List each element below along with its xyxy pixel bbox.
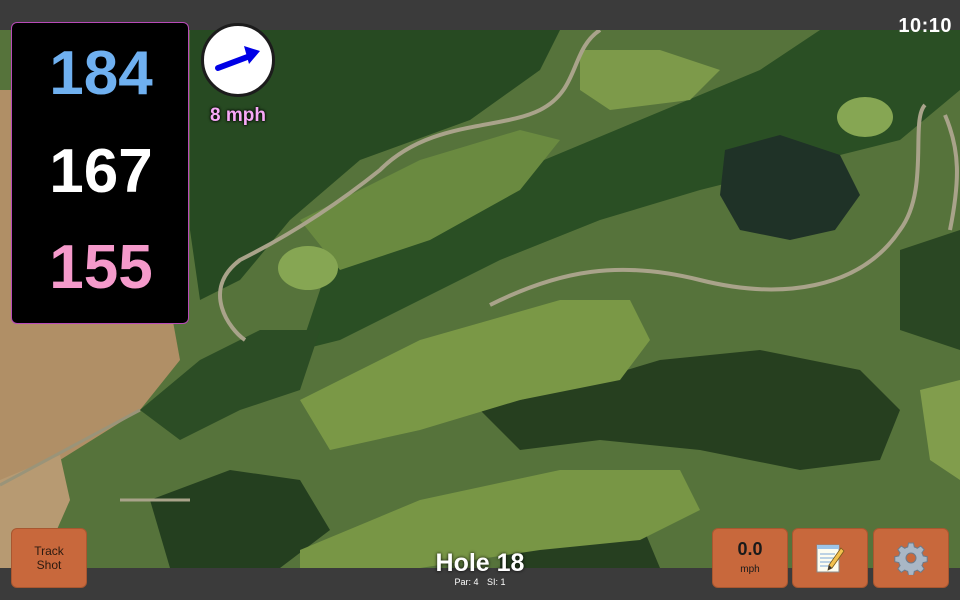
- wind-direction-arrow-icon: [215, 46, 260, 71]
- speed-unit: mph: [740, 564, 760, 575]
- track-shot-label-line2: Shot: [36, 558, 62, 572]
- track-shot-button[interactable]: Track Shot: [11, 528, 87, 588]
- scorecard-notes-button[interactable]: [792, 528, 868, 588]
- hole-title: Hole 18: [435, 549, 525, 577]
- front-distance: 155: [49, 233, 153, 302]
- wind-indicator: [201, 23, 275, 97]
- hole-details: Par: 4 SI: 1: [380, 577, 580, 588]
- notepad-icon: [816, 544, 845, 573]
- distance-panel: 184 167 155: [11, 22, 189, 324]
- stroke-index-label: SI: 1: [487, 577, 506, 587]
- middle-distance: 167: [49, 137, 153, 206]
- gear-icon: [894, 542, 928, 575]
- track-shot-label-line1: Track: [34, 544, 64, 558]
- speed-button[interactable]: 0.0 mph: [712, 528, 788, 588]
- settings-button[interactable]: [873, 528, 949, 588]
- wind-speed-label: 8 mph: [210, 105, 266, 126]
- speed-value: 0.0: [737, 539, 763, 559]
- back-distance: 184: [49, 39, 153, 108]
- par-label: Par: 4: [454, 577, 479, 587]
- clock: 10:10: [898, 15, 952, 37]
